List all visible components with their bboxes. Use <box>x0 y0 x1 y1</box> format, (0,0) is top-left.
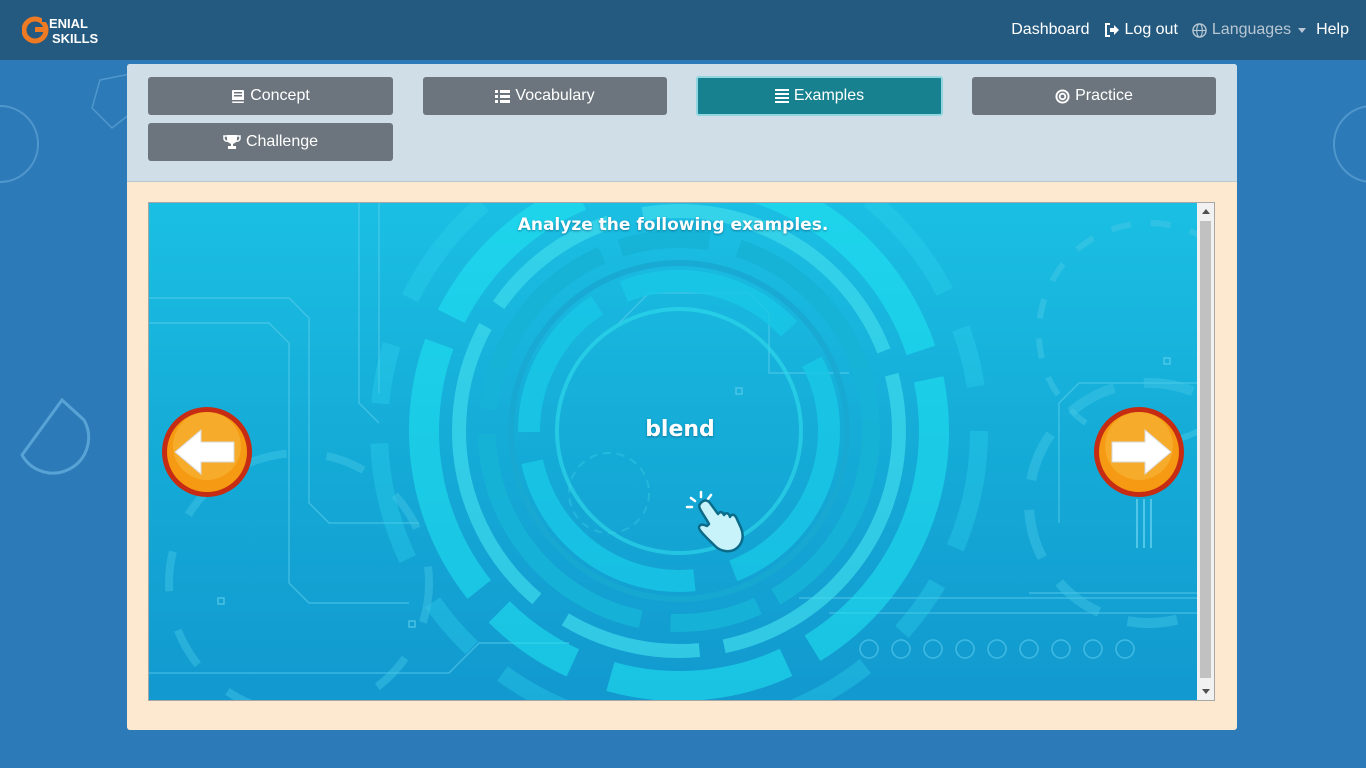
example-word[interactable]: blend <box>149 417 1197 442</box>
chevron-up-icon <box>1201 209 1210 214</box>
lesson-tabs: Concept Vocabulary Examples Practice Cha… <box>127 64 1237 182</box>
nav-logout-link[interactable]: Log out <box>1104 21 1178 39</box>
nav-logout-label: Log out <box>1124 21 1178 38</box>
tab-examples-label: Examples <box>793 87 865 104</box>
bullseye-icon <box>1055 88 1070 104</box>
nav-links: Dashboard Log out Languages Help <box>1011 0 1366 60</box>
sign-out-icon <box>1104 23 1119 37</box>
chevron-down-icon <box>1201 689 1210 694</box>
scrollbar-thumb[interactable] <box>1200 221 1211 678</box>
background-decoration-left <box>0 73 127 475</box>
scroll-down-button[interactable] <box>1197 683 1214 700</box>
tab-concept-label: Concept <box>250 87 310 104</box>
nav-dashboard-label: Dashboard <box>1011 21 1090 38</box>
nav-languages-label: Languages <box>1211 21 1292 38</box>
genial-skills-logo[interactable]: ENIAL SKILLS <box>22 12 114 48</box>
activity-frame: Analyze the following examples. blend <box>148 202 1215 701</box>
scroll-up-button[interactable] <box>1197 203 1214 220</box>
globe-icon <box>1192 22 1207 38</box>
tab-challenge[interactable]: Challenge <box>148 123 393 161</box>
tab-practice[interactable]: Practice <box>972 77 1216 115</box>
tab-examples[interactable]: Examples <box>696 76 943 116</box>
align-justify-icon <box>774 89 789 103</box>
tab-vocabulary-label: Vocabulary <box>515 87 595 104</box>
activity-scrollbar[interactable] <box>1197 203 1214 700</box>
tab-practice-label: Practice <box>1075 87 1133 104</box>
list-icon <box>495 90 511 103</box>
nav-languages-dropdown[interactable]: Languages <box>1192 21 1307 39</box>
logo-text-bottom: SKILLS <box>52 31 99 46</box>
previous-example-button[interactable] <box>161 406 253 498</box>
chevron-down-icon <box>1298 27 1307 33</box>
book-icon <box>232 89 245 103</box>
tab-challenge-label: Challenge <box>245 133 319 150</box>
tech-circle-background <box>149 203 1197 700</box>
nav-help-label: Help <box>1316 21 1349 38</box>
tab-vocabulary[interactable]: Vocabulary <box>423 77 667 115</box>
tab-concept[interactable]: Concept <box>148 77 393 115</box>
nav-help-link[interactable]: Help <box>1316 21 1349 39</box>
background-decoration-right <box>1333 105 1366 183</box>
tap-hand-icon[interactable] <box>683 486 755 558</box>
activity-stage: Analyze the following examples. blend <box>149 203 1197 700</box>
activity-instruction: Analyze the following examples. <box>517 215 829 235</box>
top-navbar: ENIAL SKILLS Dashboard Log out Languages… <box>0 0 1366 60</box>
logo-text-top: ENIAL <box>49 16 88 31</box>
next-example-button[interactable] <box>1093 406 1185 498</box>
trophy-icon <box>223 135 241 149</box>
nav-dashboard-link[interactable]: Dashboard <box>1011 21 1089 39</box>
